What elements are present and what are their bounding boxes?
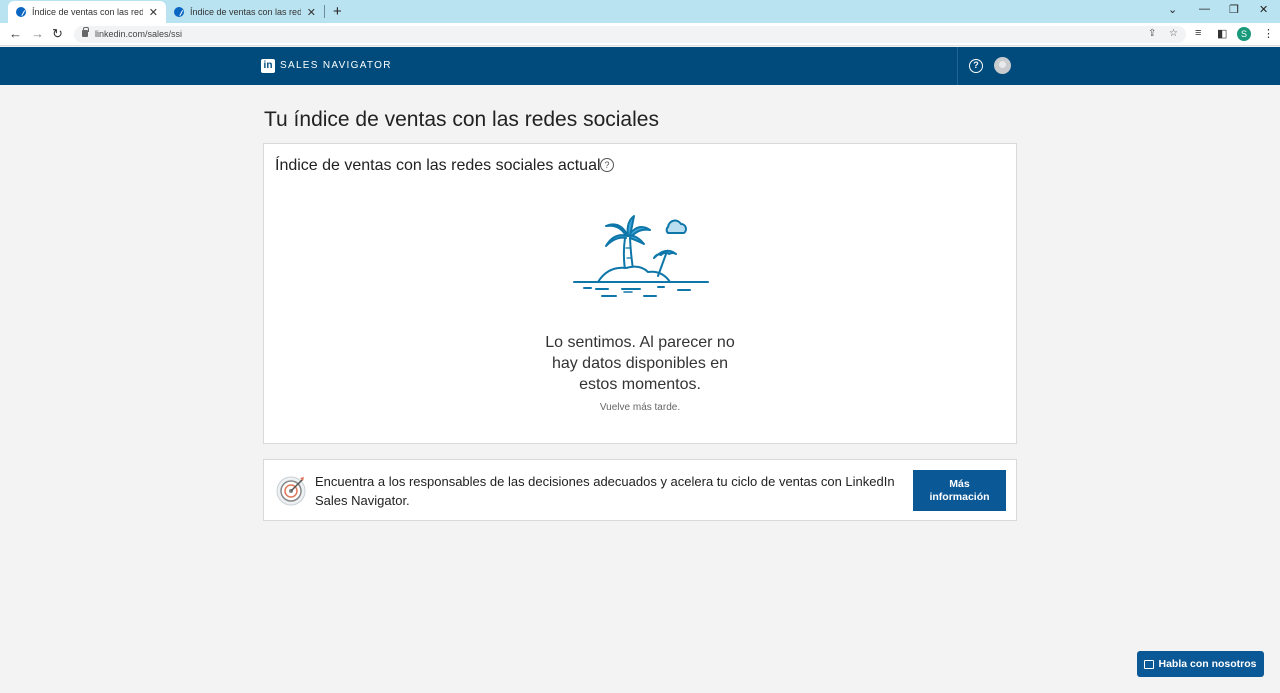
sales-navigator-header: in SALES NAVIGATOR ? bbox=[0, 47, 1280, 85]
lock-icon bbox=[82, 27, 89, 37]
promo-text: Encuentra a los responsables de las deci… bbox=[315, 474, 895, 508]
menu-kebab-icon[interactable]: ⋮ bbox=[1263, 27, 1274, 40]
card-title: Índice de ventas con las redes sociales … bbox=[275, 157, 601, 174]
window-close-icon[interactable]: ✕ bbox=[1259, 3, 1268, 16]
back-icon[interactable]: ← bbox=[9, 26, 22, 41]
tab-separator bbox=[324, 5, 325, 18]
tab-title: Índice de ventas con las redes so bbox=[190, 7, 301, 17]
profile-avatar[interactable]: S bbox=[1237, 27, 1251, 41]
address-bar: ← → ↻ linkedin.com/sales/ssi ⇪ ☆ bbox=[0, 23, 1280, 46]
close-icon[interactable]: ✕ bbox=[149, 6, 158, 19]
chat-button[interactable]: Habla con nosotros bbox=[1137, 651, 1264, 677]
bookmark-star-icon[interactable]: ☆ bbox=[1169, 28, 1178, 39]
side-panel-icon[interactable]: ◧ bbox=[1217, 27, 1227, 40]
help-icon[interactable]: ? bbox=[600, 158, 614, 172]
chat-button-label: Habla con nosotros bbox=[1158, 658, 1257, 670]
browser-tab-strip: Índice de ventas con las redes so ✕ Índi… bbox=[0, 0, 1280, 23]
target-icon bbox=[276, 476, 306, 506]
page-title: Tu índice de ventas con las redes social… bbox=[264, 108, 659, 131]
new-tab-icon[interactable]: + bbox=[333, 3, 342, 20]
island-illustration-icon bbox=[573, 215, 709, 297]
empty-state-subtext: Vuelve más tarde. bbox=[599, 402, 681, 413]
linkedin-logo-icon[interactable]: in bbox=[261, 59, 275, 73]
browser-tab[interactable]: Índice de ventas con las redes so ✕ bbox=[166, 1, 324, 23]
tab-search-icon[interactable]: ⌄ bbox=[1168, 3, 1177, 16]
reading-list-icon[interactable]: ≡ bbox=[1195, 27, 1201, 39]
close-icon[interactable]: ✕ bbox=[307, 6, 316, 19]
tab-title: Índice de ventas con las redes so bbox=[32, 7, 143, 17]
ssi-card: Índice de ventas con las redes sociales … bbox=[263, 143, 1017, 444]
favicon-icon bbox=[16, 7, 26, 17]
promo-card: Encuentra a los responsables de las deci… bbox=[263, 459, 1017, 521]
forward-icon[interactable]: → bbox=[31, 26, 44, 41]
user-avatar[interactable] bbox=[994, 57, 1011, 74]
restore-icon[interactable]: ❐ bbox=[1229, 3, 1239, 16]
help-icon[interactable]: ? bbox=[969, 59, 983, 73]
favicon-icon bbox=[174, 7, 184, 17]
url-field[interactable]: linkedin.com/sales/ssi ⇪ ☆ bbox=[74, 26, 1186, 43]
share-icon[interactable]: ⇪ bbox=[1148, 28, 1156, 39]
browser-tab-active[interactable]: Índice de ventas con las redes so ✕ bbox=[8, 1, 166, 23]
reload-icon[interactable]: ↻ bbox=[52, 26, 63, 42]
empty-state-message: Lo sentimos. Al parecer no hay datos dis… bbox=[545, 334, 735, 393]
url-text: linkedin.com/sales/ssi bbox=[95, 29, 183, 39]
brand-name[interactable]: SALES NAVIGATOR bbox=[280, 60, 392, 71]
minimize-icon[interactable]: — bbox=[1199, 3, 1210, 15]
more-info-button[interactable]: Más información bbox=[913, 470, 1006, 511]
divider bbox=[957, 47, 958, 85]
chat-icon bbox=[1144, 659, 1155, 669]
